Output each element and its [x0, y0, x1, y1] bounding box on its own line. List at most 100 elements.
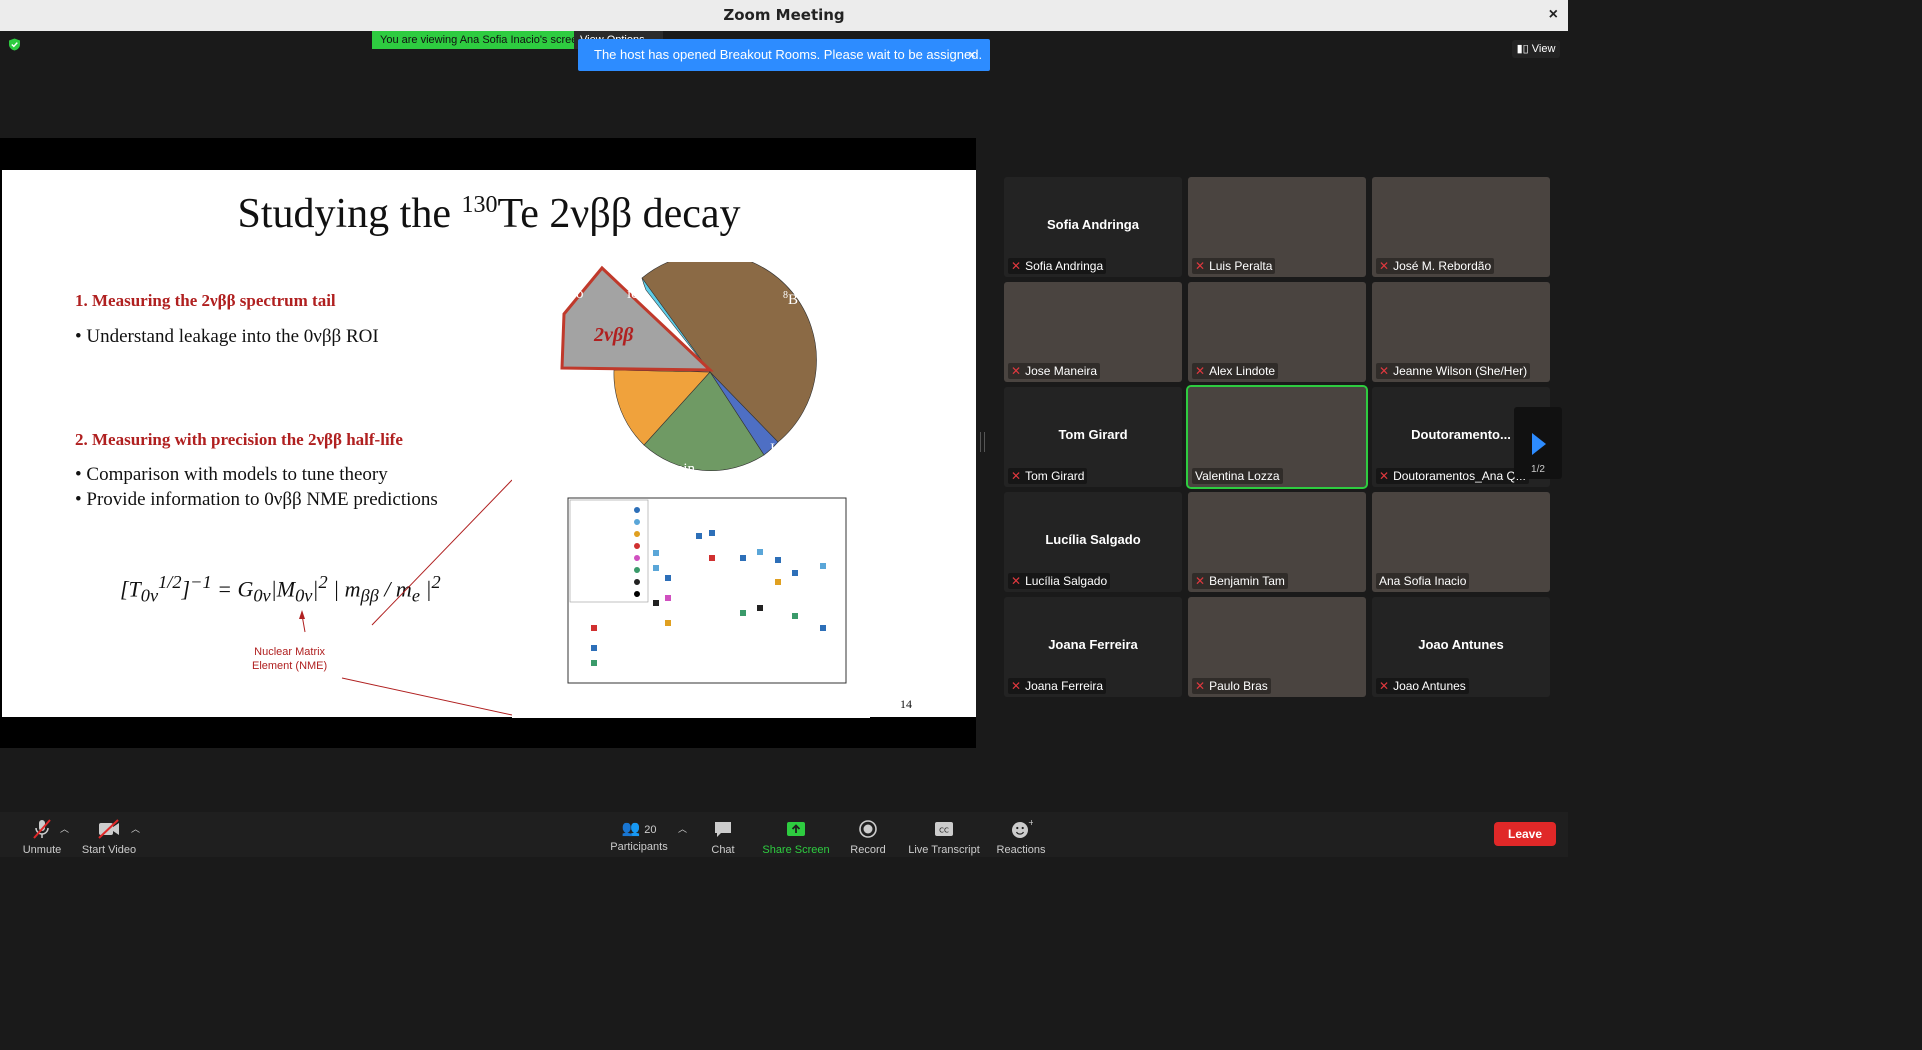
pie-label-2vbb: 2νββ	[594, 324, 634, 346]
participant-name: Jeanne Wilson (She/Her)	[1393, 364, 1528, 378]
plot-ylabel: M0ν	[527, 582, 539, 601]
legend-entry: IBM-2	[596, 565, 618, 574]
grid-icon: ▮▯	[1516, 43, 1532, 55]
participant-name-label: ✕ Benjamin Tam	[1192, 573, 1288, 589]
y-tick: 2	[560, 636, 566, 646]
legend-marker	[634, 531, 640, 537]
participant-tile[interactable]: ✕ Benjamin Tam	[1188, 492, 1366, 592]
legend-entry: QRPA CH	[582, 553, 618, 562]
view-layout-button[interactable]: ▮▯ View	[1512, 40, 1560, 58]
legend-marker	[634, 543, 640, 549]
participant-name-label: ✕ Joao Antunes	[1376, 678, 1469, 694]
participant-tile[interactable]: Tom Girard ✕ Tom Girard	[1004, 387, 1182, 487]
share-screen-icon	[787, 822, 805, 836]
chat-button[interactable]: Chat	[705, 818, 741, 856]
audio-options-caret[interactable]: ︿	[60, 822, 69, 835]
legend-marker	[634, 567, 640, 573]
y-tick: 7	[560, 521, 566, 531]
plot-point	[591, 625, 597, 631]
muted-mic-icon: ✕	[1011, 364, 1022, 378]
participant-tile[interactable]: ✕ Paulo Bras	[1188, 597, 1366, 697]
unmute-label: Unmute	[22, 844, 62, 856]
window-title: Zoom Meeting	[723, 6, 845, 24]
muted-mic-icon: ✕	[1011, 679, 1022, 693]
y-tick: 8	[560, 498, 566, 508]
x-tick: 116	[737, 689, 752, 699]
legend-marker	[634, 507, 640, 513]
x-tick: 130	[772, 689, 788, 699]
muted-mic-icon: ✕	[1195, 364, 1206, 378]
viewing-screen-label: You are viewing Ana Sofia Inacio's scree…	[372, 31, 592, 49]
plot-point	[696, 533, 702, 539]
record-button[interactable]: Record	[848, 818, 888, 856]
participants-button[interactable]: 👥 20 Participants	[608, 818, 670, 853]
participant-name-label: ✕ Paulo Bras	[1192, 678, 1271, 694]
legend-entry: NR-EDF	[587, 505, 618, 514]
participant-tile[interactable]: Ana Sofia Inacio	[1372, 492, 1550, 592]
x-tick: 82	[662, 689, 673, 699]
shield-icon[interactable]	[8, 38, 21, 51]
reactions-label: Reactions	[996, 844, 1046, 856]
unmute-button[interactable]: Unmute	[20, 818, 64, 856]
start-video-button[interactable]: Start Video	[80, 818, 138, 856]
legend-marker	[634, 555, 640, 561]
participant-tile[interactable]: Joana Ferreira ✕ Joana Ferreira	[1004, 597, 1182, 697]
plot-point	[653, 550, 659, 556]
participant-name: Ana Sofia Inacio	[1379, 574, 1467, 588]
live-transcript-button[interactable]: CC Live Transcript	[906, 818, 982, 856]
participant-tile[interactable]: ✕ Jose Maneira	[1004, 282, 1182, 382]
plot-point	[775, 579, 781, 585]
x-tick: 150	[817, 689, 833, 699]
participant-name: Tom Girard	[1025, 469, 1085, 483]
share-screen-button[interactable]: Share Screen	[762, 818, 830, 856]
plot-xlabel: A	[704, 704, 712, 716]
participant-tile[interactable]: Joao Antunes ✕ Joao Antunes	[1372, 597, 1550, 697]
participant-name: Luis Peralta	[1209, 259, 1273, 273]
participant-name-label: ✕ Jose Maneira	[1008, 363, 1101, 379]
pie-label-internal-u: Internal U chain	[770, 441, 868, 457]
participant-tile[interactable]: Valentina Lozza	[1186, 385, 1368, 489]
video-options-caret[interactable]: ︿	[131, 822, 140, 835]
pie-label-alpha-n: (α, n)	[576, 370, 609, 386]
window-close-button[interactable]: ×	[1549, 6, 1558, 24]
plot-point	[665, 595, 671, 601]
panel-resize-handle[interactable]	[980, 432, 985, 452]
pie-label-cosmogenic-tail: ic	[627, 286, 638, 302]
reactions-smiley-icon: +	[1012, 818, 1035, 838]
svg-text:+: +	[1028, 818, 1033, 827]
leave-meeting-button[interactable]: Leave	[1494, 822, 1556, 846]
y-tick: 6	[560, 544, 566, 554]
plot-point	[709, 530, 715, 536]
participant-tile[interactable]: Sofia Andringa ✕ Sofia Andringa	[1004, 177, 1182, 277]
participant-name-label: ✕ Jeanne Wilson (She/Her)	[1376, 363, 1531, 379]
participant-tile[interactable]: ✕ Alex Lindote	[1188, 282, 1366, 382]
legend-entry: R-EDF	[593, 517, 618, 526]
plot-point	[757, 605, 763, 611]
gallery-next-page-button[interactable]: 1/2	[1514, 407, 1562, 479]
x-tick: 100	[706, 689, 722, 699]
participant-name: Benjamin Tam	[1209, 574, 1285, 588]
banner-close-icon[interactable]: ×	[968, 39, 976, 71]
muted-mic-icon	[33, 819, 51, 839]
participant-name: Joao Antunes	[1393, 679, 1466, 693]
muted-mic-icon: ✕	[1379, 679, 1390, 693]
participant-center-name: Tom Girard	[1058, 427, 1128, 442]
record-label: Record	[850, 844, 886, 856]
reactions-button[interactable]: + Reactions	[996, 818, 1046, 856]
muted-mic-icon: ✕	[1195, 259, 1206, 273]
participant-tile[interactable]: ✕ Jeanne Wilson (She/Her)	[1372, 282, 1550, 382]
participant-name: Lucília Salgado	[1025, 574, 1108, 588]
participant-name: Doutoramentos_Ana Q...	[1393, 469, 1526, 483]
participant-tile[interactable]: Lucília Salgado ✕ Lucília Salgado	[1004, 492, 1182, 592]
participant-tile[interactable]: ✕ José M. Rebordão	[1372, 177, 1550, 277]
participant-name-label: Valentina Lozza	[1192, 468, 1283, 484]
participant-name-label: ✕ Tom Girard	[1008, 468, 1088, 484]
participants-options-caret[interactable]: ︿	[678, 822, 687, 835]
x-tick: 136	[789, 689, 805, 699]
participant-center-name: Sofia Andringa	[1047, 217, 1139, 232]
participant-name-label: ✕ Joana Ferreira	[1008, 678, 1107, 694]
muted-mic-icon: ✕	[1379, 469, 1390, 483]
participant-name-label: ✕ José M. Rebordão	[1376, 258, 1495, 274]
legend-entry: SM Mi	[595, 577, 618, 586]
participant-tile[interactable]: ✕ Luis Peralta	[1188, 177, 1366, 277]
